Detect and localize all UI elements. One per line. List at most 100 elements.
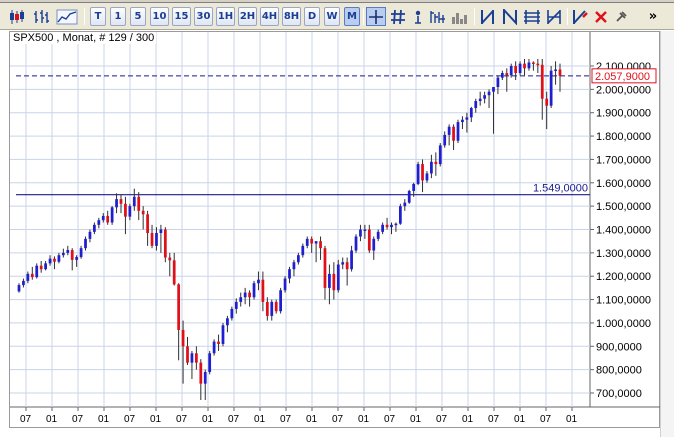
candle [168,252,172,277]
candle-body [155,233,158,246]
chart-panel[interactable]: 2.100,0000 2.000,0000 1.900,0000 1.800,0000… [9,31,661,429]
gann-icon[interactable] [544,7,564,26]
candle-body [518,63,522,74]
candle [447,124,451,146]
indicator-icon[interactable] [410,7,426,26]
candle [319,236,322,260]
candle-body [288,269,291,279]
timeframe-5-button[interactable]: 5 [130,7,146,26]
candle-body [217,341,220,344]
toolbar-separator [474,8,475,25]
candle [283,276,287,293]
timeframe-15-button[interactable]: 15 [172,7,191,26]
candle-body [88,231,92,239]
support-line-label: 1.549,0000 [533,183,588,195]
x-tick-label: 07 [176,414,188,425]
candle-body [35,265,39,278]
candle-body [549,70,553,106]
candle-body [363,229,367,231]
line-chart-icon[interactable] [54,7,80,26]
x-tick-label: 01 [358,414,370,425]
timeframe-10-button[interactable]: 10 [150,7,169,26]
bar-chart-icon[interactable] [30,7,52,26]
candle-body [465,117,469,120]
candle-body [496,77,500,88]
y-tick-label: 1.100,0000 [596,295,651,307]
price-chart[interactable]: 2.100,00002.000,00001.900,00001.800,0000… [10,32,661,429]
candle [30,266,34,280]
candle-body [234,301,238,309]
candle [328,264,331,305]
candle [261,271,265,312]
candle [403,199,407,211]
candle [150,224,154,249]
channel-icon[interactable] [500,7,520,26]
candle [456,119,460,144]
x-tick-label: 01 [202,414,214,425]
timeframe-week-button[interactable]: W [324,7,340,26]
pin-icon[interactable] [612,7,630,26]
x-tick-label: 01 [566,414,578,425]
timeframe-8h-button[interactable]: 8H [282,7,301,26]
x-tick-label: 07 [124,414,136,425]
candle-body [159,229,163,234]
candle [17,283,21,293]
candle-body [319,241,322,249]
window-right-edge [660,31,674,437]
candlestick-icon[interactable] [6,7,28,26]
candle-body [354,236,358,251]
x-tick-label: 07 [280,414,292,425]
x-tick-label: 01 [46,414,58,425]
x-tick-label: 01 [306,414,318,425]
toolbar-overflow-button[interactable]: » [646,7,660,26]
y-tick-label: 800,0000 [596,365,642,377]
candle-body [181,329,185,347]
candle-body [452,126,455,141]
candle [478,91,482,106]
candle [48,255,52,266]
candle [336,259,340,293]
candle [305,236,309,249]
x-tick-label: 07 [488,414,500,425]
candle-body [177,284,181,330]
candle [217,334,220,351]
candle [394,222,398,232]
timeframe-month-button[interactable]: M [344,7,360,26]
candle [124,196,127,235]
candle-body [221,325,225,344]
delete-icon[interactable] [592,7,610,26]
candle [554,61,557,85]
timeframe-tick-button[interactable]: T [90,7,106,26]
candle [203,369,207,401]
y-tick-label: 1.400,0000 [596,225,651,237]
timeframe-1h-button[interactable]: 1H [216,7,235,26]
trendline-icon[interactable] [478,7,498,26]
candle-body [314,241,318,244]
timeframe-2h-button[interactable]: 2H [238,7,257,26]
candle-body [44,263,47,270]
x-tick-label: 01 [514,414,526,425]
candle-body [336,264,340,291]
fibonacci-icon[interactable] [522,7,542,26]
hash-grid-icon[interactable] [388,7,408,26]
timeframe-day-button[interactable]: D [304,7,320,26]
candle-body [558,69,562,76]
candle [540,58,544,120]
timeframe-1-button[interactable]: 1 [110,7,126,26]
y-tick-label: 1.900,0000 [596,108,651,120]
candle-body [438,145,442,165]
candle [93,222,96,235]
candle [128,203,132,221]
candle [57,252,61,264]
current-price-label: 2.057,9000 [595,71,650,83]
volume-icon[interactable] [450,7,470,26]
timeframe-4h-button[interactable]: 4H [260,7,279,26]
candle-body [48,258,52,264]
y-tick-label: 1.500,0000 [596,201,651,213]
crosshair-icon[interactable] [366,7,386,26]
timeframe-30-button[interactable]: 30 [194,7,213,26]
chart-options-icon[interactable] [428,7,448,26]
candle-body [115,199,118,208]
candle [132,188,136,211]
draw-icon[interactable] [570,7,590,26]
